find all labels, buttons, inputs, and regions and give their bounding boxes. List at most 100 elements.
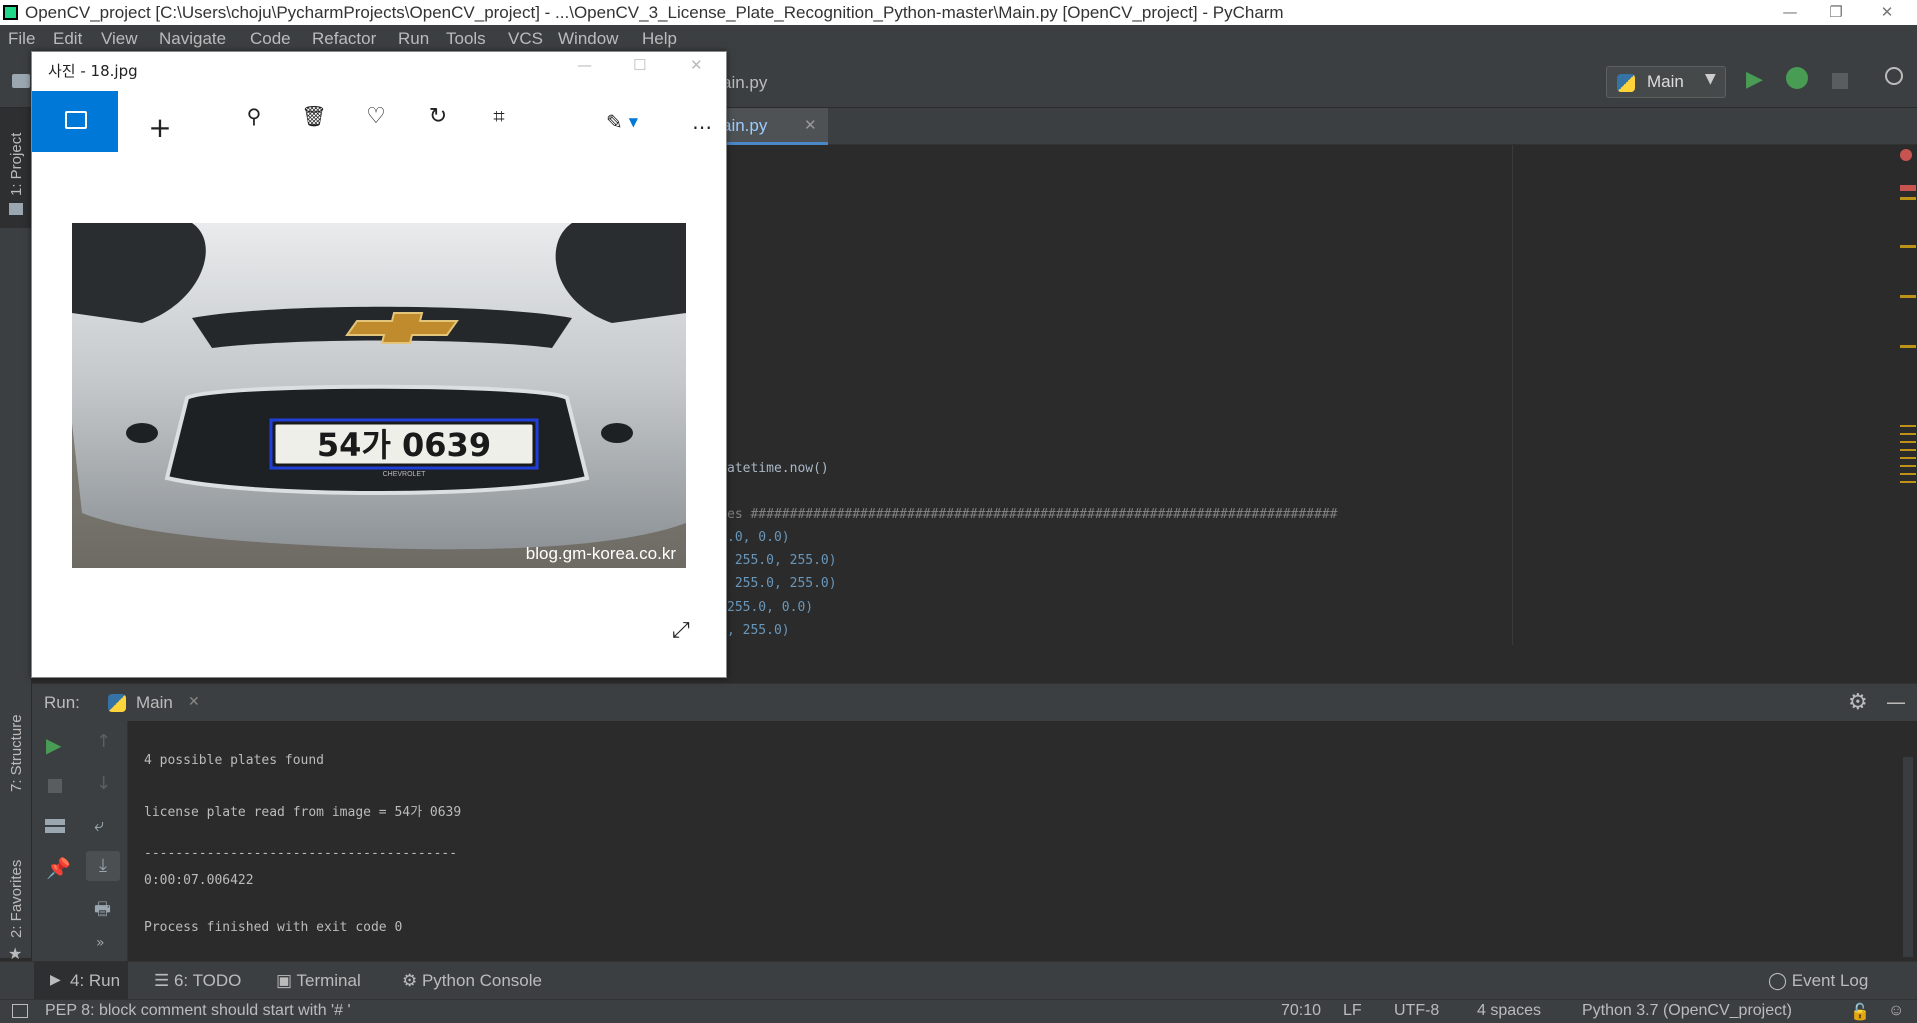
structure-tool-button[interactable]: 7: Structure: [0, 680, 32, 810]
menu-code[interactable]: Code: [250, 29, 291, 49]
edit-create-icon[interactable]: ✎ ▼: [602, 102, 642, 142]
menu-vcs[interactable]: VCS: [508, 29, 543, 49]
debug-icon[interactable]: [1786, 67, 1808, 89]
left-tool-stripe: 1: Project 7: Structure 2: Favorites ★: [0, 108, 32, 963]
tab-todo[interactable]: ☰ 6: TODO: [154, 971, 241, 991]
layout-icon[interactable]: [45, 819, 65, 833]
console-line: ----------------------------------------: [144, 846, 458, 861]
more-options-icon[interactable]: ⋯: [682, 107, 722, 147]
run-config-label: Main: [1647, 72, 1684, 91]
close-icon[interactable]: ✕: [1864, 0, 1910, 25]
run-icon: ▶: [50, 971, 61, 987]
code-line: , 255.0): [727, 623, 790, 638]
cursor-position[interactable]: 70:10: [1281, 1002, 1321, 1020]
run-console[interactable]: 4 possible plates found license plate re…: [128, 721, 1917, 961]
console-scrollbar[interactable]: [1903, 757, 1913, 957]
add-icon[interactable]: +: [140, 107, 180, 147]
gallery-button[interactable]: [32, 91, 118, 152]
favorites-tool-button[interactable]: 2: Favorites ★: [0, 828, 32, 963]
tab-terminal[interactable]: ▣ Terminal: [276, 971, 361, 991]
breadcrumb[interactable]: ain.py: [722, 73, 767, 93]
minimize-icon[interactable]: —: [1767, 0, 1813, 25]
car-photo-graphic: 54가 0639 CHEVROLET blog.gm-korea.co.kr: [72, 223, 686, 568]
run-secondary-column: ↑ ↓ ⤶ ⤓ 🖶 »: [78, 721, 128, 961]
console-line: 0:00:07.006422: [144, 873, 254, 888]
scroll-to-end-icon[interactable]: ⤓: [86, 851, 120, 881]
tab-main-py[interactable]: ain.py ✕: [722, 108, 828, 145]
terminal-icon: ▣: [276, 971, 297, 990]
tab-event-log[interactable]: ◯ Event Log: [1768, 971, 1868, 991]
expand-icon[interactable]: ⤢: [672, 618, 690, 643]
warning-stripes: [1900, 425, 1916, 485]
soft-wrap-icon[interactable]: ⤶: [94, 815, 104, 836]
close-icon[interactable]: ✕: [690, 56, 703, 74]
image-icon: [65, 111, 87, 129]
code-line: 255.0, 0.0): [727, 600, 814, 615]
warning-stripe: [1900, 197, 1916, 200]
line-separator[interactable]: LF: [1343, 1002, 1362, 1020]
warning-stripe: [1900, 295, 1916, 298]
arrow-down-icon[interactable]: ↓: [96, 773, 111, 794]
tab-python-console[interactable]: ⚙ Python Console: [402, 971, 542, 991]
crop-icon[interactable]: ⌗: [479, 96, 519, 136]
menu-help[interactable]: Help: [642, 29, 677, 49]
file-encoding[interactable]: UTF-8: [1394, 1002, 1439, 1020]
menu-refactor[interactable]: Refactor: [312, 29, 376, 49]
warning-stripe: [1900, 245, 1916, 248]
maximize-icon[interactable]: ☐: [633, 56, 646, 74]
code-line: 255.0, 255.0): [727, 576, 837, 591]
event-log-icon: ◯: [1768, 971, 1792, 990]
heart-icon[interactable]: ♡: [356, 96, 396, 136]
bottom-tool-tabs: ▶ 4: Run ☰ 6: TODO ▣ Terminal ⚙ Python C…: [0, 961, 1917, 1000]
window-title-bar: OpenCV_project [C:\Users\choju\PycharmPr…: [0, 0, 1917, 25]
tab-run[interactable]: ▶ 4: Run: [34, 962, 128, 1000]
run-actions-column: ▶ 📌: [32, 721, 78, 961]
print-icon[interactable]: 🖶: [94, 897, 111, 927]
arrow-up-icon[interactable]: ↑: [96, 731, 111, 752]
zoom-icon[interactable]: ⚲: [234, 96, 274, 136]
error-indicator-icon: [1900, 149, 1912, 161]
status-message: PEP 8: block comment should start with '…: [45, 1002, 351, 1019]
menu-file[interactable]: File: [8, 29, 35, 49]
restore-icon[interactable]: ❐: [1813, 0, 1859, 25]
rerun-icon[interactable]: ▶: [46, 733, 61, 757]
stop-icon[interactable]: [1832, 73, 1848, 89]
toggle-tool-windows-icon[interactable]: [12, 1004, 28, 1018]
code-line: 255.0, 255.0): [727, 553, 837, 568]
run-tab-main[interactable]: Main ✕: [108, 684, 208, 722]
close-tab-icon[interactable]: ✕: [804, 116, 817, 134]
pycharm-icon: [3, 5, 18, 20]
plate-maker-text: CHEVROLET: [383, 471, 427, 478]
python-icon: [108, 694, 126, 712]
menu-window[interactable]: Window: [558, 29, 618, 49]
window-title: OpenCV_project [C:\Users\choju\PycharmPr…: [25, 3, 1284, 22]
hide-panel-icon[interactable]: —: [1886, 690, 1906, 714]
project-tool-button[interactable]: 1: Project: [0, 108, 32, 228]
run-icon[interactable]: ▶: [1746, 67, 1763, 92]
menu-edit[interactable]: Edit: [53, 29, 82, 49]
more-icon[interactable]: »: [96, 935, 105, 951]
gear-icon[interactable]: ⚙: [1848, 690, 1868, 715]
menu-tools[interactable]: Tools: [446, 29, 486, 49]
pin-icon[interactable]: 📌: [46, 856, 71, 880]
menu-view[interactable]: View: [101, 29, 138, 49]
minimize-icon[interactable]: —: [577, 56, 592, 74]
code-line: .0, 0.0): [727, 530, 790, 545]
photo-viewer-window: 사진 - 18.jpg — ☐ ✕ + ⚲ 🗑 ♡ ↻ ⌗ ✎ ▼ ⋯ 54가 …: [31, 51, 727, 678]
delete-icon[interactable]: 🗑: [294, 96, 334, 136]
indent-setting[interactable]: 4 spaces: [1477, 1002, 1541, 1020]
run-config-selector[interactable]: Main ▼: [1606, 66, 1726, 98]
search-icon[interactable]: [1885, 67, 1903, 85]
lock-icon[interactable]: 🔓: [1850, 1002, 1870, 1022]
error-stripe: [1900, 185, 1916, 191]
python-interpreter[interactable]: Python 3.7 (OpenCV_project): [1582, 1002, 1792, 1020]
menu-navigate[interactable]: Navigate: [159, 29, 226, 49]
stop-icon[interactable]: [48, 779, 62, 793]
close-tab-icon[interactable]: ✕: [188, 694, 200, 710]
inspector-icon[interactable]: ☺: [1888, 1002, 1904, 1020]
chevron-down-icon: ▼: [1705, 71, 1716, 87]
menu-run[interactable]: Run: [398, 29, 429, 49]
rotate-icon[interactable]: ↻: [418, 96, 458, 136]
console-line: Process finished with exit code 0: [144, 920, 403, 935]
code-line: es #####################################…: [727, 507, 1338, 522]
